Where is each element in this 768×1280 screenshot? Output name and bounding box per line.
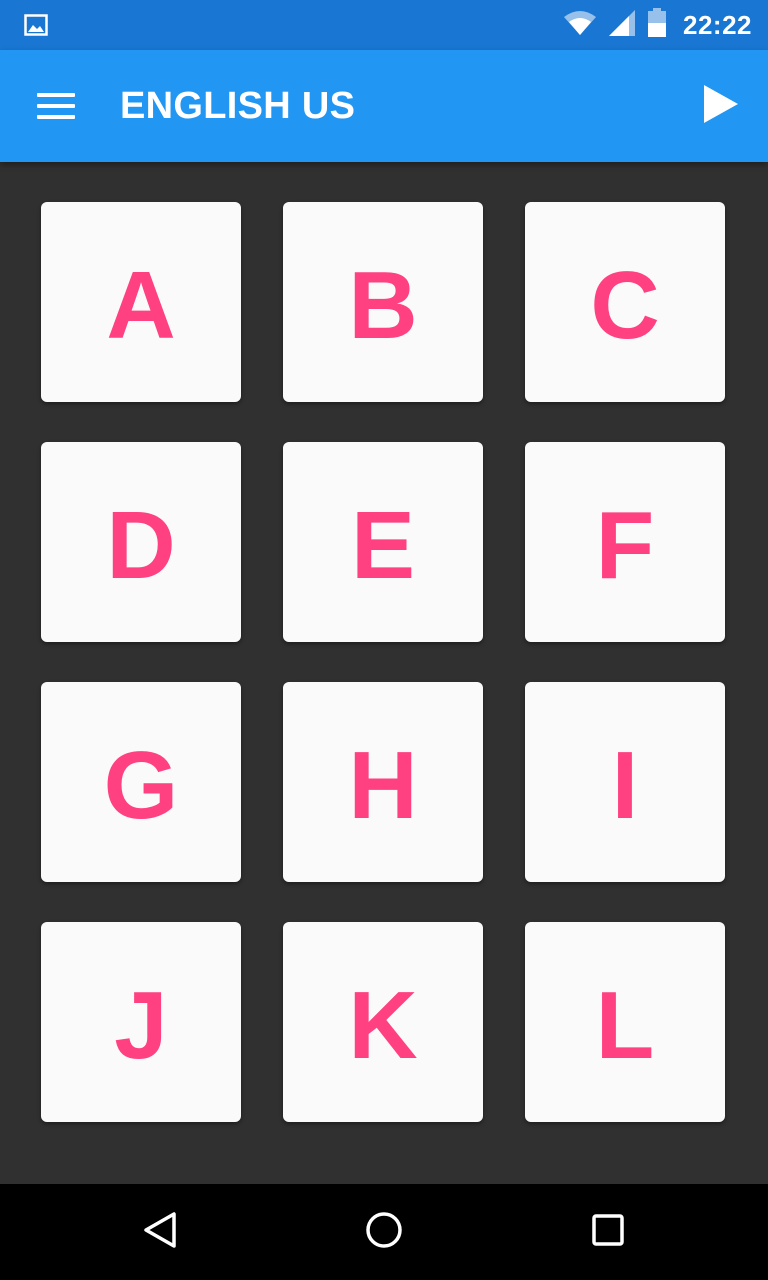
battery-icon xyxy=(647,7,667,43)
letter-tile-h[interactable]: H xyxy=(283,682,483,882)
tile-letter: G xyxy=(103,732,179,839)
letter-tile-a[interactable]: A xyxy=(41,202,241,402)
letter-tile-f[interactable]: F xyxy=(525,442,725,642)
menu-button[interactable] xyxy=(24,78,88,134)
letter-tile-l[interactable]: L xyxy=(525,922,725,1122)
recents-button[interactable] xyxy=(584,1208,632,1256)
status-time: 22:22 xyxy=(683,9,752,40)
wifi-icon xyxy=(563,10,597,41)
tile-letter: C xyxy=(590,252,660,359)
back-icon xyxy=(140,1210,180,1255)
letter-tile-i[interactable]: I xyxy=(525,682,725,882)
tile-letter: I xyxy=(611,732,639,839)
navigation-bar xyxy=(0,1184,768,1280)
recents-icon xyxy=(588,1210,628,1255)
letter-tile-j[interactable]: J xyxy=(41,922,241,1122)
hamburger-menu-icon xyxy=(37,93,75,119)
letter-tile-g[interactable]: G xyxy=(41,682,241,882)
tile-letter: L xyxy=(595,972,655,1079)
tile-letter: D xyxy=(106,492,176,599)
letter-tile-c[interactable]: C xyxy=(525,202,725,402)
tile-letter: J xyxy=(114,972,168,1079)
tile-letter: A xyxy=(106,252,176,359)
letter-grid: A B C D E F G H I J K L xyxy=(41,202,725,1122)
home-button[interactable] xyxy=(360,1208,408,1256)
play-button[interactable] xyxy=(692,80,748,132)
letter-tile-d[interactable]: D xyxy=(41,442,241,642)
tile-letter: F xyxy=(595,492,655,599)
cell-signal-icon xyxy=(607,9,637,42)
tile-letter: E xyxy=(350,492,416,599)
tile-letter: K xyxy=(348,972,418,1079)
letter-tile-b[interactable]: B xyxy=(283,202,483,402)
home-icon xyxy=(364,1210,404,1255)
letter-tile-k[interactable]: K xyxy=(283,922,483,1122)
page-title: ENGLISH US xyxy=(120,85,356,127)
letter-tile-e[interactable]: E xyxy=(283,442,483,642)
app-bar: ENGLISH US xyxy=(0,50,768,162)
status-bar: 22:22 xyxy=(0,0,768,50)
status-icons: 22:22 xyxy=(563,0,752,50)
image-notification-icon xyxy=(24,13,48,37)
tile-letter: B xyxy=(348,252,418,359)
back-button[interactable] xyxy=(136,1208,184,1256)
tile-letter: H xyxy=(348,732,418,839)
play-icon xyxy=(700,83,740,130)
